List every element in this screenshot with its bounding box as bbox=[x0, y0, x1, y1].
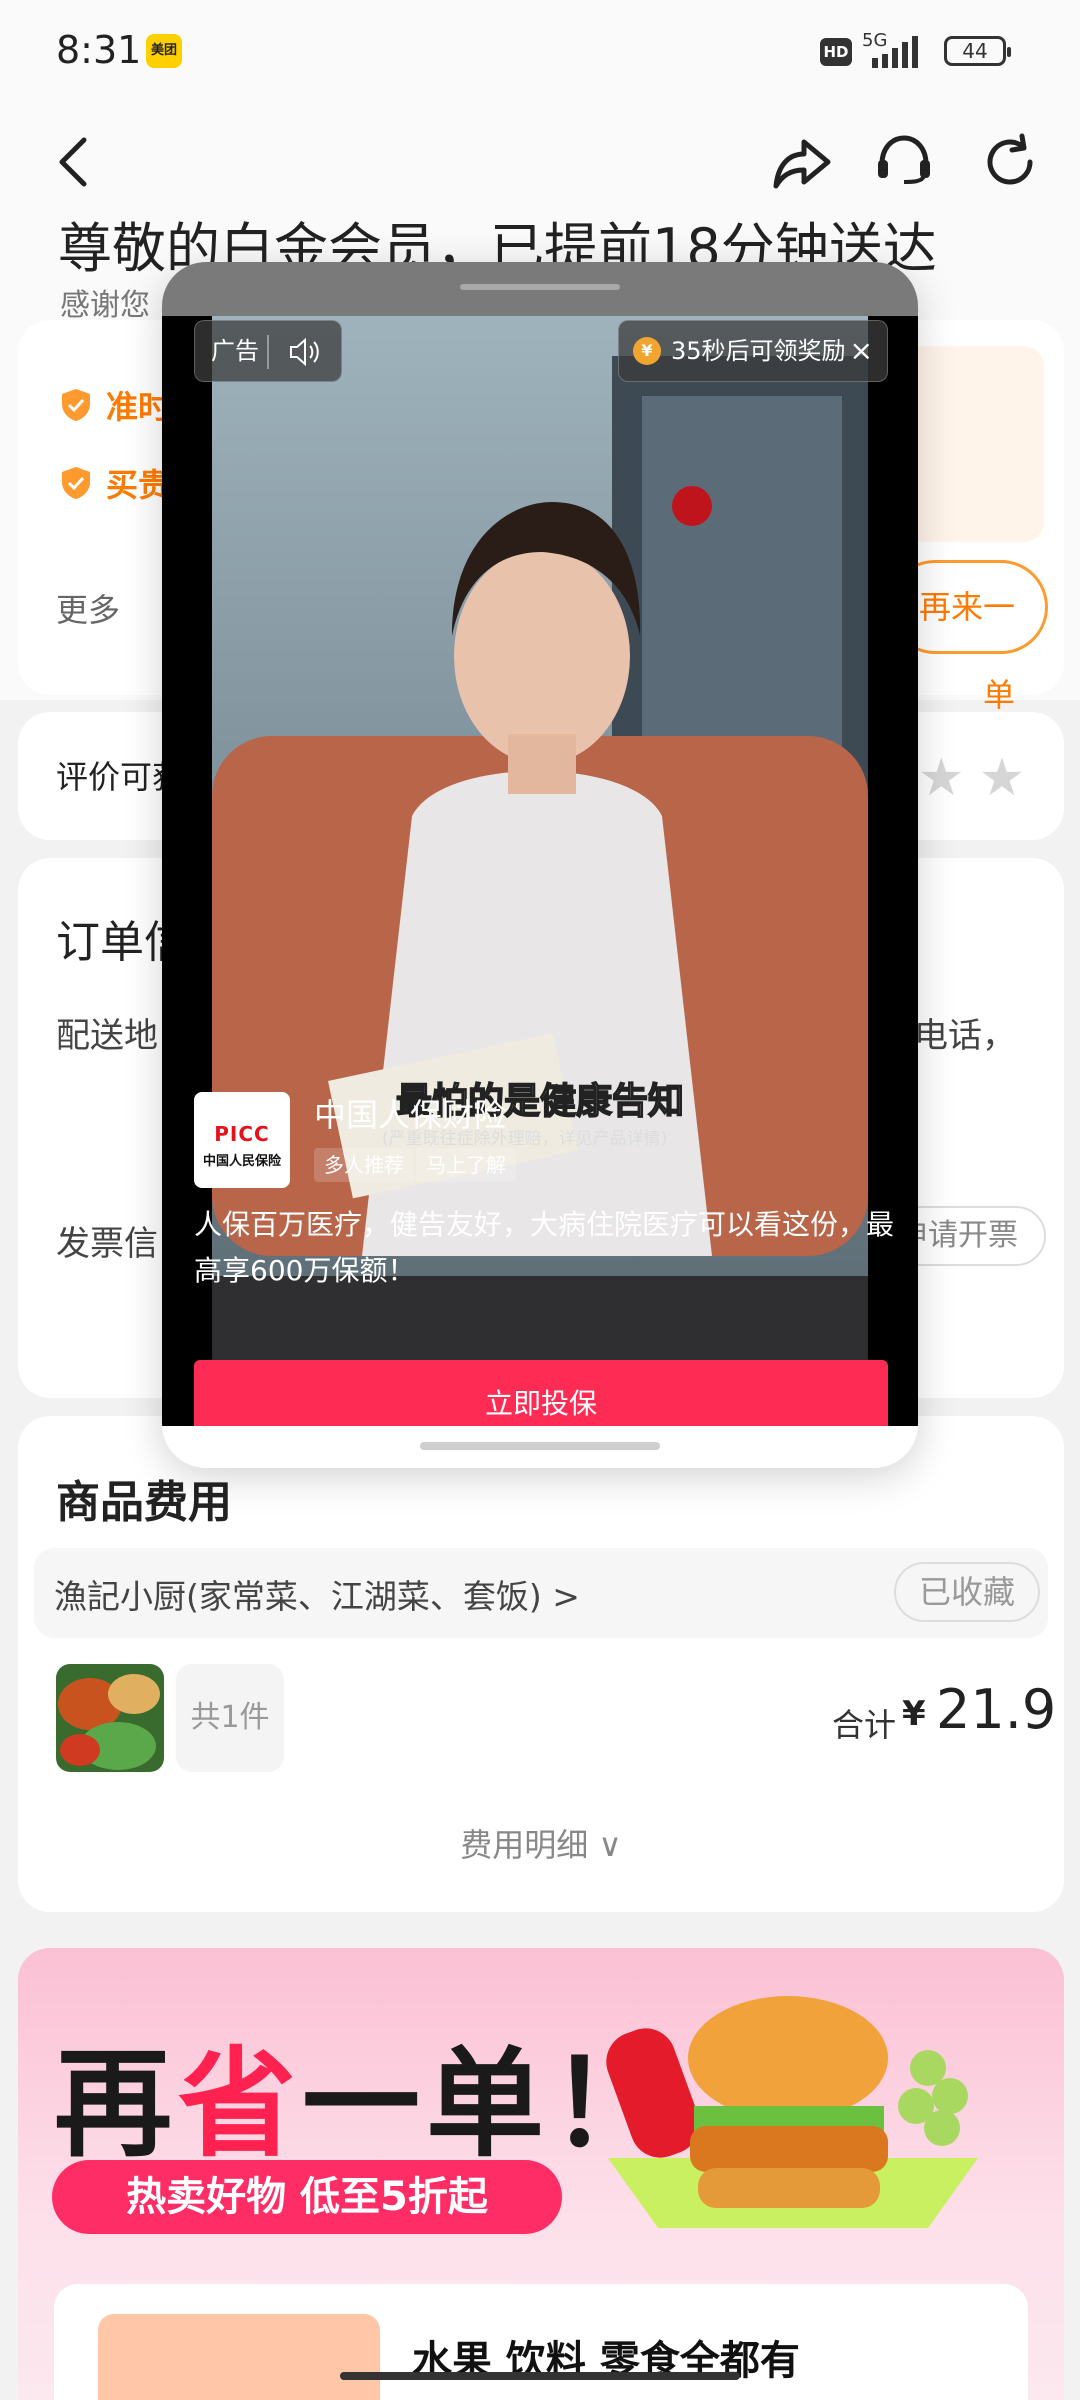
shield-icon bbox=[62, 467, 90, 499]
shop-row[interactable]: 漁記小厨(家常菜、江湖菜、套饭) > 已收藏 bbox=[34, 1548, 1048, 1638]
status-bar: 8:31 美团 HD 5G 44 bbox=[0, 0, 1080, 100]
refresh-icon[interactable] bbox=[978, 130, 1042, 194]
total-label: 合计 bbox=[832, 1706, 897, 1744]
total-amount: 21.9 bbox=[936, 1678, 1057, 1741]
currency-symbol: ¥ bbox=[902, 1694, 926, 1734]
insure-now-button[interactable]: 立即投保 bbox=[194, 1360, 888, 1426]
advertiser-name[interactable]: 中国人保财险 bbox=[314, 1090, 506, 1136]
item-count: 共1件 bbox=[176, 1664, 284, 1772]
coin-icon: ¥ bbox=[633, 337, 661, 365]
video-ad-popup[interactable]: 广告 ¥ 35秒后可领奖励 × 最怕的是健康告知 (严重既往症除外理赔，详见产品… bbox=[162, 262, 918, 1468]
ad-sheet-header bbox=[162, 262, 918, 316]
meituan-app-icon: 美团 bbox=[146, 34, 182, 68]
ad-label: 广告 bbox=[194, 320, 342, 382]
thanks-subtitle: 感谢您 bbox=[60, 288, 150, 323]
banner-subcard-image bbox=[98, 2314, 380, 2400]
perk-panel bbox=[898, 346, 1044, 542]
banner-discount-pill[interactable]: 热卖好物 低至5折起 bbox=[52, 2160, 562, 2234]
reward-countdown-text: 35秒后可领奖励 bbox=[671, 337, 846, 365]
perk-price[interactable]: 买贵 bbox=[60, 460, 170, 506]
ad-video[interactable]: 广告 ¥ 35秒后可领奖励 × 最怕的是健康告知 (严重既往症除外理赔，详见产品… bbox=[162, 316, 918, 1426]
product-fees-card: 商品费用 漁記小厨(家常菜、江湖菜、套饭) > 已收藏 共1件 合计 ¥ 21.… bbox=[18, 1416, 1064, 1912]
battery-icon: 44 bbox=[944, 36, 1011, 66]
favorited-button[interactable]: 已收藏 bbox=[894, 1562, 1040, 1622]
hd-icon: HD bbox=[820, 38, 852, 66]
drag-handle[interactable] bbox=[460, 284, 620, 290]
ad-description: 人保百万医疗，健告友好，大病住院医疗可以看这份，最高享600万保额！ bbox=[194, 1208, 895, 1287]
delivery-phone-text: 电话， bbox=[914, 1016, 1016, 1056]
ad-tag-recommended: 多人推荐 bbox=[314, 1148, 414, 1182]
perk-label: 买贵 bbox=[106, 466, 171, 504]
dish-thumbnail[interactable] bbox=[56, 1664, 164, 1772]
customer-service-icon[interactable] bbox=[872, 130, 936, 194]
ad-tag-learn-more: 马上了解 bbox=[416, 1148, 516, 1182]
banner-subcard[interactable]: 水果 饮料 零食全都有 bbox=[54, 2284, 1028, 2400]
promo-banner[interactable]: 再省一单！ 热卖好物 低至5折起 水果 饮料 零食全都有 bbox=[18, 1948, 1064, 2400]
perk-ontime[interactable]: 准时 bbox=[60, 382, 170, 428]
signal-icon bbox=[872, 36, 918, 68]
banner-title: 再省一单！ bbox=[54, 2035, 675, 2173]
rating-stars-icon[interactable]: ★★ bbox=[918, 748, 1039, 808]
share-icon[interactable] bbox=[770, 130, 834, 194]
shop-name[interactable]: 漁記小厨(家常菜、江湖菜、套饭) > bbox=[54, 1570, 580, 1618]
more-link[interactable]: 更多 bbox=[56, 585, 120, 631]
delivery-address-label: 配送地 bbox=[56, 1016, 158, 1056]
fee-details-toggle[interactable]: 费用明细 ∨ bbox=[18, 1820, 1064, 1866]
shield-icon bbox=[62, 389, 90, 421]
home-indicator[interactable] bbox=[340, 2372, 740, 2380]
burger-illustration bbox=[606, 1996, 978, 2228]
close-icon[interactable]: × bbox=[850, 321, 873, 381]
bottom-handle[interactable] bbox=[420, 1442, 660, 1450]
top-nav bbox=[0, 100, 1080, 220]
ad-reward-countdown[interactable]: ¥ 35秒后可领奖励 × bbox=[618, 320, 888, 382]
fees-title: 商品费用 bbox=[56, 1477, 232, 1528]
speaker-icon[interactable] bbox=[287, 335, 321, 369]
picc-logo[interactable]: PICC 中国人民保险 bbox=[194, 1092, 290, 1188]
perk-label: 准时 bbox=[106, 388, 171, 426]
back-icon[interactable] bbox=[44, 130, 108, 194]
invoice-label: 发票信 bbox=[56, 1224, 158, 1264]
status-time: 8:31 bbox=[56, 28, 142, 72]
